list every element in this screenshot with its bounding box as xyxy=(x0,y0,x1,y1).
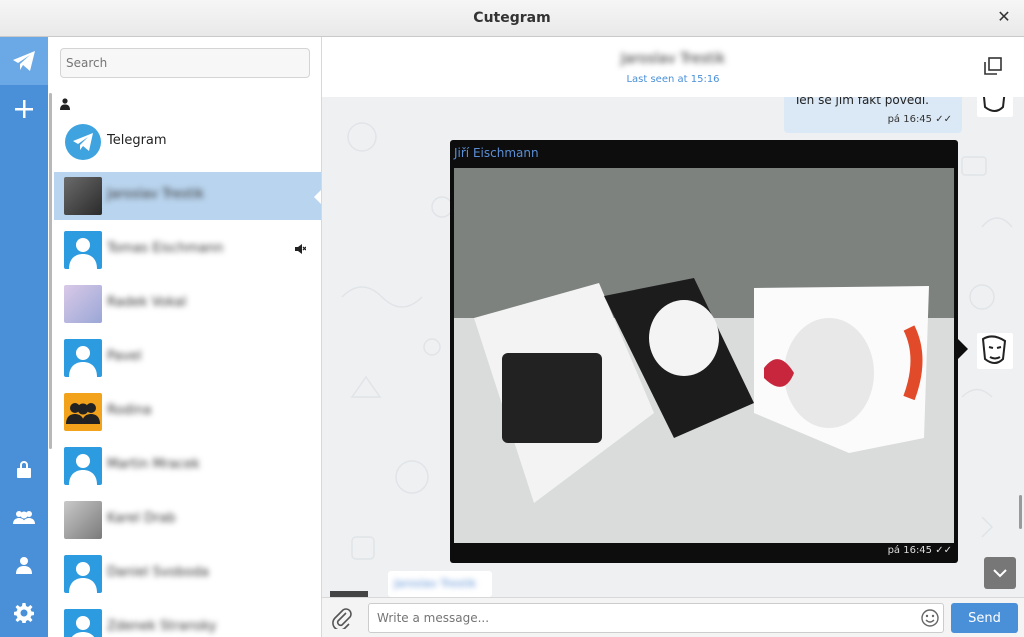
dialog-name: Zdenek Stransky xyxy=(107,619,217,634)
user-avatar-icon xyxy=(64,339,102,377)
copy-icon[interactable] xyxy=(984,57,1002,79)
dialog-name: Martin Mracek xyxy=(107,457,200,472)
lock-icon[interactable] xyxy=(0,447,48,491)
message-time: pá 16:45 ✓✓ xyxy=(887,545,952,556)
user-avatar-icon xyxy=(64,447,102,485)
emoji-icon[interactable] xyxy=(921,609,939,631)
send-button[interactable]: Send xyxy=(951,603,1018,633)
mute-icon xyxy=(294,243,307,258)
user-avatar-icon xyxy=(64,555,102,593)
sender-avatar[interactable] xyxy=(977,333,1013,369)
message-sender: Jaroslav Trestik xyxy=(394,577,477,590)
dialog-name: Daniel Svoboda xyxy=(107,565,209,580)
peer-name[interactable]: Jaroslav Trestik xyxy=(322,51,1024,67)
dialog-item[interactable]: Rodina xyxy=(54,388,321,436)
new-chat-icon[interactable] xyxy=(0,87,48,131)
contacts-filter-icon[interactable] xyxy=(60,98,70,114)
avatar xyxy=(64,177,102,215)
active-indicator xyxy=(314,188,321,206)
side-rail xyxy=(0,37,48,637)
avatar xyxy=(64,285,102,323)
message-input[interactable] xyxy=(368,603,944,633)
dialog-item[interactable]: Pavel xyxy=(54,334,321,382)
telegram-logo-icon[interactable] xyxy=(0,37,48,85)
dialog-item-active[interactable]: Jaroslav Trestik xyxy=(54,172,321,220)
read-ticks-icon: ✓✓ xyxy=(935,114,952,125)
dialog-name: Rodina xyxy=(107,403,152,418)
chat-header: Jaroslav Trestik Last seen at 15:16 xyxy=(322,37,1024,97)
dialog-item[interactable]: Zdenek Stransky xyxy=(54,604,321,637)
photo-message-tail xyxy=(958,339,968,359)
message-bubble-incoming[interactable]: Jaroslav Trestik xyxy=(388,571,492,597)
profile-icon[interactable] xyxy=(0,543,48,587)
telegram-avatar xyxy=(64,123,102,161)
dialog-item-telegram[interactable]: Telegram xyxy=(54,118,321,166)
message-photo[interactable] xyxy=(454,168,954,543)
dialog-name: Telegram xyxy=(107,133,167,148)
title-bar: Cutegram ✕ xyxy=(0,0,1024,37)
message-composer: Send xyxy=(322,597,1024,637)
dialog-name: Jaroslav Trestik xyxy=(107,187,205,202)
message-sender[interactable]: Jiří Eischmann xyxy=(454,146,539,160)
dialog-item[interactable]: Radek Vokal xyxy=(54,280,321,328)
dialog-list-scrollbar[interactable] xyxy=(49,93,52,449)
close-button[interactable]: ✕ xyxy=(994,7,1014,27)
photo-message[interactable]: Jiří Eischmann pá 16:45 ✓✓ xyxy=(450,140,958,563)
app-window: Cutegram ✕ T xyxy=(0,0,1024,637)
chat-scrollbar[interactable] xyxy=(1019,495,1022,529)
scroll-to-bottom-button[interactable] xyxy=(984,557,1016,589)
dialog-name: Pavel xyxy=(107,349,142,364)
dialog-name: Karel Drab xyxy=(107,511,176,526)
dialog-list: Telegram Jaroslav Trestik Tomas Eischman… xyxy=(48,37,322,637)
settings-gear-icon[interactable] xyxy=(0,591,48,635)
contacts-group-icon[interactable] xyxy=(0,495,48,539)
search-input[interactable] xyxy=(60,48,310,78)
read-ticks-icon: ✓✓ xyxy=(935,545,952,556)
dialog-item[interactable]: Martin Mracek xyxy=(54,442,321,490)
last-seen-status: Last seen at 15:16 xyxy=(626,74,720,85)
user-avatar-icon xyxy=(64,231,102,269)
group-avatar-icon xyxy=(64,393,102,431)
dialog-item[interactable]: Tomas Eischmann xyxy=(54,226,321,274)
attach-icon[interactable] xyxy=(332,607,352,633)
dialog-item[interactable]: Karel Drab xyxy=(54,496,321,544)
window-title: Cutegram xyxy=(473,10,551,26)
avatar xyxy=(64,501,102,539)
dialog-item[interactable]: Daniel Svoboda xyxy=(54,550,321,598)
chat-panel: Jaroslav Trestik Last seen at 15:16 Ten … xyxy=(322,37,1024,637)
message-time: pá 16:45 ✓✓ xyxy=(887,114,952,125)
dialog-name: Radek Vokal xyxy=(107,295,187,310)
dialog-name: Tomas Eischmann xyxy=(107,241,224,256)
user-avatar-icon xyxy=(64,609,102,637)
